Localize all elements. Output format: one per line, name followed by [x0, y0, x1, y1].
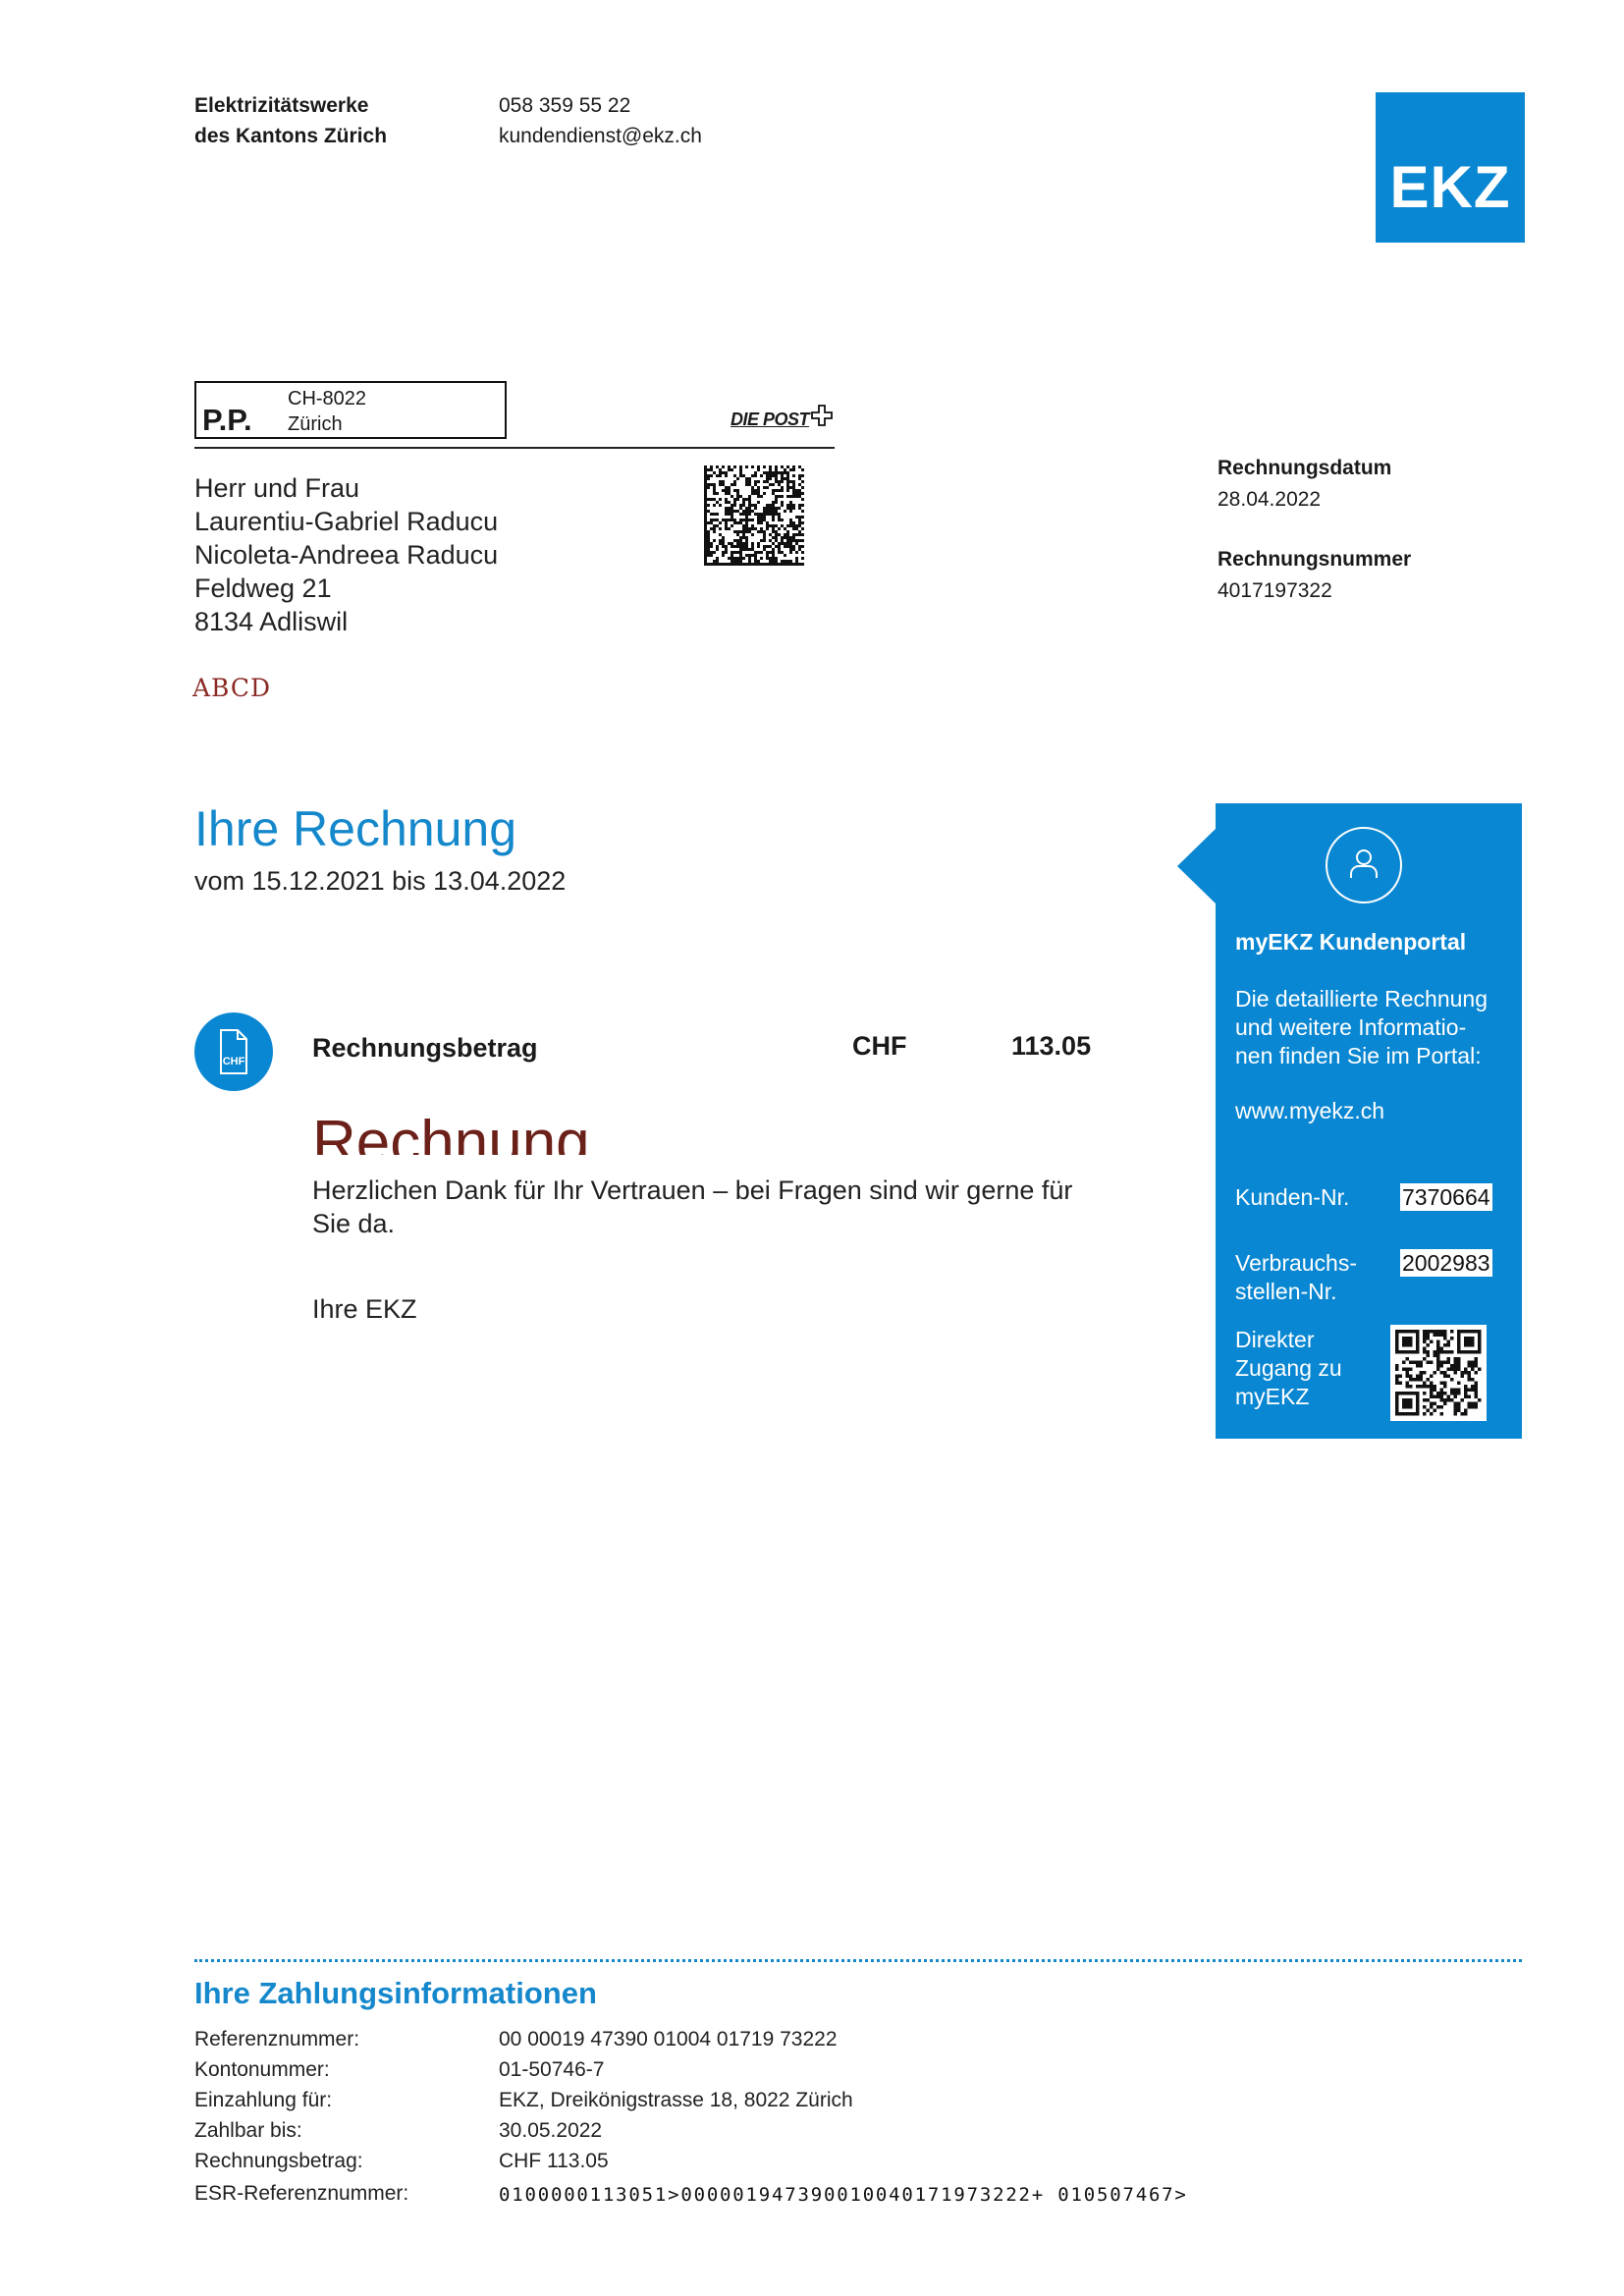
datamatrix-code-icon — [704, 465, 804, 566]
payment-label-due: Zahlbar bis: — [194, 2119, 302, 2142]
sender-phone: 058 359 55 22 — [499, 94, 631, 117]
post-logo: DIE POST — [731, 410, 810, 429]
payment-label-account: Kontonummer: — [194, 2058, 330, 2081]
payment-value-account: 01-50746-7 — [499, 2058, 605, 2081]
portal-text-line3: nen finden Sie im Portal: — [1235, 1043, 1482, 1068]
thanks-text: Herzlichen Dank für Ihr Vertrauen – bei … — [312, 1175, 1073, 1238]
pp-code: CH-8022 Zürich — [288, 386, 366, 437]
portal-text-line1: Die detaillierte Rechnung — [1235, 986, 1488, 1011]
direct-access-line2: Zugang zu — [1235, 1355, 1342, 1381]
amount-value: 113.05 — [1011, 1031, 1092, 1061]
recipient-name-2: Nicoleta-Andreea Raducu — [194, 540, 499, 570]
portal-title: myEKZ Kundenportal — [1235, 929, 1467, 955]
site-number-label-line2: stellen-Nr. — [1235, 1279, 1337, 1304]
site-number-label-line1: Verbrauchs- — [1235, 1250, 1358, 1276]
sender-email: kundendienst@ekz.ch — [499, 125, 702, 147]
payment-title: Ihre Zahlungsinformationen — [194, 1976, 597, 2010]
amount-currency: CHF — [852, 1031, 907, 1061]
page-title: Ihre Rechnung — [194, 801, 517, 856]
pp-code-line2: Zürich — [288, 413, 343, 435]
payment-label-payee: Einzahlung für: — [194, 2089, 333, 2111]
payment-label-esr: ESR-Referenznummer: — [194, 2182, 409, 2205]
payment-value-amount: CHF 113.05 — [499, 2150, 609, 2172]
invoice-date-label: Rechnungsdatum — [1218, 457, 1392, 479]
payment-value-payee: EKZ, Dreikönigstrasse 18, 8022 Zürich — [499, 2089, 853, 2111]
pp-code-line1: CH-8022 — [288, 388, 367, 410]
chf-icon-label: CHF — [223, 1056, 245, 1067]
invoice-period: vom 15.12.2021 bis 13.04.2022 — [194, 866, 567, 896]
direct-access-label: Direkter Zugang zu myEKZ — [1235, 1326, 1342, 1411]
chf-document-icon: CHF — [194, 1012, 273, 1091]
swiss-cross-icon — [811, 405, 833, 426]
invoice-number-value: 4017197322 — [1218, 579, 1332, 602]
recipient-street: Feldweg 21 — [194, 574, 332, 603]
rechnung-overlay-text: Rechnung — [312, 1109, 590, 1155]
payment-value-reference: 00 00019 47390 01004 01719 73222 — [499, 2028, 838, 2050]
payment-label-amount: Rechnungsbetrag: — [194, 2150, 363, 2172]
qr-code-icon[interactable] — [1390, 1325, 1487, 1421]
direct-access-line1: Direkter — [1235, 1327, 1315, 1352]
recipient-city: 8134 Adliswil — [194, 607, 349, 636]
ekz-logo: EKZ — [1376, 92, 1525, 243]
payment-divider — [194, 1959, 1522, 1962]
pp-label: P.P. — [202, 403, 252, 437]
customer-number-label: Kunden-Nr. — [1235, 1184, 1350, 1210]
recipient-name-1: Laurentiu-Gabriel Raducu — [194, 507, 499, 536]
invoice-date-value: 28.04.2022 — [1218, 488, 1322, 511]
payment-label-reference: Referenznummer: — [194, 2028, 360, 2050]
portal-url-link[interactable]: www.myekz.ch — [1235, 1098, 1384, 1124]
sender-name-line2: des Kantons Zürich — [194, 125, 388, 147]
invoice-number-label: Rechnungsnummer — [1218, 548, 1412, 571]
abcd-stamp: ABCD — [192, 674, 272, 702]
amount-label: Rechnungsbetrag — [312, 1033, 538, 1063]
sender-name: Elektrizitätswerke des Kantons Zürich — [194, 90, 387, 151]
recipient-salutation: Herr und Frau — [194, 473, 360, 503]
user-icon — [1326, 827, 1402, 903]
site-number-value: 2002983 — [1400, 1249, 1492, 1277]
customer-number-value: 7370664 — [1400, 1183, 1492, 1211]
rechnung-overlay: Rechnung — [312, 1104, 705, 1155]
postage-divider — [194, 447, 835, 449]
sender-contact: 058 359 55 22 kundendienst@ekz.ch — [499, 90, 702, 151]
recipient-address: Herr und Frau Laurentiu-Gabriel Raducu N… — [194, 471, 498, 638]
payment-value-esr: 0100000113051>00000194739001004017197322… — [499, 2184, 1188, 2206]
site-number-label: Verbrauchs- stellen-Nr. — [1235, 1249, 1357, 1306]
portal-panel-arrow — [1177, 828, 1217, 904]
direct-access-line3: myEKZ — [1235, 1384, 1310, 1409]
sender-name-line1: Elektrizitätswerke — [194, 94, 369, 117]
closing-text: Ihre EKZ — [312, 1294, 417, 1324]
portal-text-line2: und weitere Informatio- — [1235, 1014, 1467, 1040]
payment-value-due: 30.05.2022 — [499, 2119, 603, 2142]
portal-text: Die detaillierte Rechnung und weitere In… — [1235, 985, 1510, 1070]
